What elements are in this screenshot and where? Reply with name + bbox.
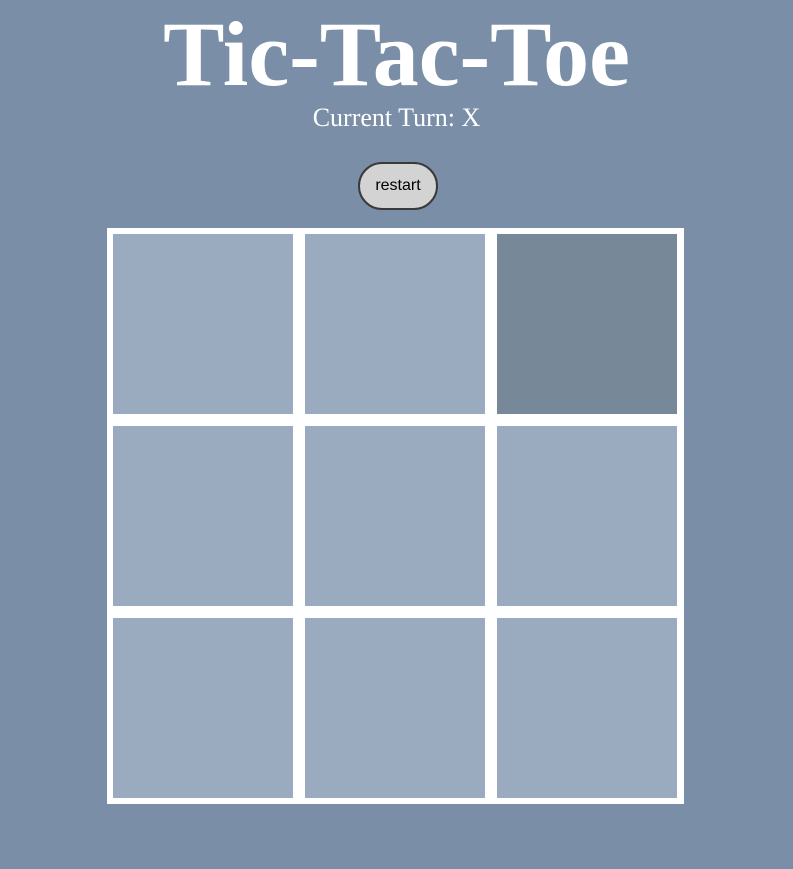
board-cell-2[interactable] xyxy=(305,234,485,414)
board-cell-6[interactable] xyxy=(497,426,677,606)
board-cell-4[interactable] xyxy=(113,426,293,606)
board-cell-7[interactable] xyxy=(113,618,293,798)
board-cell-5[interactable] xyxy=(305,426,485,606)
board-cell-3[interactable] xyxy=(497,234,677,414)
restart-button[interactable]: restart xyxy=(358,162,438,210)
board-cell-9[interactable] xyxy=(497,618,677,798)
current-turn-status: Current Turn: X xyxy=(312,103,481,132)
game-title: Tic-Tac-Toe xyxy=(163,3,630,105)
board-cell-8[interactable] xyxy=(305,618,485,798)
game-board xyxy=(107,228,684,804)
board-cell-1[interactable] xyxy=(113,234,293,414)
